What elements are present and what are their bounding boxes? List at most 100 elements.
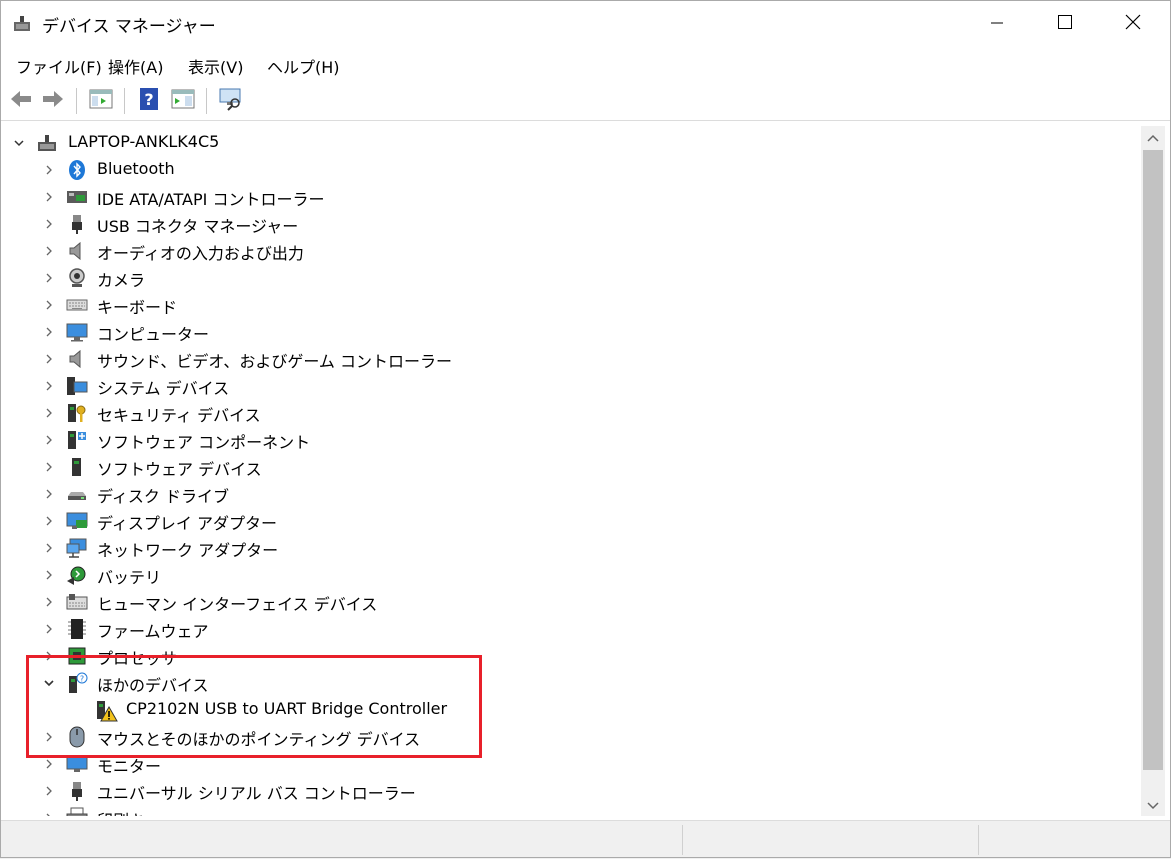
close-icon: [1125, 14, 1141, 34]
tree-item-label: IDE ATA/ATAPI コントローラー: [97, 190, 325, 209]
chevron-right-icon[interactable]: [42, 513, 56, 527]
chevron-right-icon[interactable]: [42, 162, 56, 176]
scan-hardware-button[interactable]: [218, 88, 244, 114]
printer-icon: [66, 807, 88, 816]
status-bar: [0, 820, 1171, 859]
chevron-right-icon[interactable]: [42, 378, 56, 392]
minimize-button[interactable]: [963, 0, 1031, 48]
battery-icon: [66, 564, 88, 586]
toolbar-separator: [124, 88, 125, 114]
chevron-right-icon[interactable]: [42, 810, 56, 816]
tree-item-batteries[interactable]: バッテリ: [6, 561, 1136, 588]
status-divider: [978, 825, 979, 855]
speaker-icon: [66, 240, 88, 262]
chevron-right-icon[interactable]: [42, 405, 56, 419]
vertical-scrollbar[interactable]: [1141, 126, 1165, 816]
chevron-right-icon[interactable]: [42, 324, 56, 338]
tree-item-software-devices[interactable]: ソフトウェア デバイス: [6, 453, 1136, 480]
chevron-right-icon[interactable]: [42, 594, 56, 608]
scan-hardware-icon: [219, 87, 243, 115]
tree-item-network-adapters[interactable]: ネットワーク アダプター: [6, 534, 1136, 561]
chevron-right-icon[interactable]: [42, 621, 56, 635]
tree-item-label: バッテリ: [97, 568, 162, 587]
title-bar: デバイス マネージャー: [0, 0, 1171, 48]
tree-item-label: サウンド、ビデオ、およびゲーム コントローラー: [97, 352, 453, 371]
chevron-right-icon[interactable]: [42, 459, 56, 473]
tree-item-camera[interactable]: カメラ: [6, 264, 1136, 291]
tree-item-ide[interactable]: IDE ATA/ATAPI コントローラー: [6, 183, 1136, 210]
tree-item-display-adapters[interactable]: ディスプレイ アダプター: [6, 507, 1136, 534]
toolbar-separator: [76, 88, 77, 114]
tree-item-system-devices[interactable]: システム デバイス: [6, 372, 1136, 399]
chevron-down-icon[interactable]: [12, 135, 26, 149]
monitor-icon: [66, 321, 88, 343]
tree-item-label: カメラ: [97, 271, 146, 290]
menu-view[interactable]: 表示(V): [188, 54, 243, 78]
tree-item-label: ヒューマン インターフェイス デバイス: [97, 595, 378, 614]
display-adapter-icon: [66, 510, 88, 532]
tree-item-label: システム デバイス: [97, 379, 230, 398]
chevron-right-icon[interactable]: [42, 756, 56, 770]
menu-help[interactable]: ヘルプ(H): [267, 54, 340, 78]
properties-button[interactable]: [170, 88, 196, 114]
chevron-right-icon[interactable]: [42, 567, 56, 581]
device-manager-icon[interactable]: [12, 14, 32, 34]
toolbar-separator: [206, 88, 207, 114]
tree-item-disk-drives[interactable]: ディスク ドライブ: [6, 480, 1136, 507]
forward-button[interactable]: [40, 88, 66, 114]
tree-item-keyboard[interactable]: キーボード: [6, 291, 1136, 318]
tree-item-human-interface-devices[interactable]: ヒューマン インターフェイス デバイス: [6, 588, 1136, 615]
chevron-right-icon[interactable]: [42, 243, 56, 257]
chevron-right-icon[interactable]: [42, 216, 56, 230]
chevron-right-icon[interactable]: [42, 189, 56, 203]
chevron-right-icon[interactable]: [42, 486, 56, 500]
tree-item-print-queues[interactable]: 印刷キュー: [6, 804, 1136, 816]
console-tree-button[interactable]: [88, 88, 114, 114]
scroll-up-button[interactable]: [1141, 126, 1165, 148]
window-title: デバイス マネージャー: [42, 17, 216, 37]
back-button[interactable]: [8, 88, 34, 114]
tree-item-computer[interactable]: コンピューター: [6, 318, 1136, 345]
tree-root[interactable]: LAPTOP-ANKLK4C5: [6, 129, 1136, 156]
scrollbar-thumb[interactable]: [1143, 150, 1163, 770]
tree-item-label: ソフトウェア コンポーネント: [97, 433, 311, 452]
svg-text:?: ?: [144, 90, 153, 109]
chevron-right-icon[interactable]: [42, 270, 56, 284]
chevron-right-icon[interactable]: [42, 783, 56, 797]
tree-item-audio-io[interactable]: オーディオの入力および出力: [6, 237, 1136, 264]
chevron-right-icon[interactable]: [42, 540, 56, 554]
chevron-right-icon[interactable]: [42, 351, 56, 365]
disk-drive-icon: [66, 483, 88, 505]
forward-arrow-icon: [41, 89, 65, 113]
tree-item-software-components[interactable]: ソフトウェア コンポーネント: [6, 426, 1136, 453]
network-adapter-icon: [66, 537, 88, 559]
close-button[interactable]: [1099, 0, 1167, 48]
tree-item-label: ソフトウェア デバイス: [97, 460, 262, 479]
tree-item-usb-connector-manager[interactable]: USB コネクタ マネージャー: [6, 210, 1136, 237]
properties-icon: [171, 88, 195, 114]
chevron-right-icon[interactable]: [42, 297, 56, 311]
tree-item-security-devices[interactable]: セキュリティ デバイス: [6, 399, 1136, 426]
tree-item-sound-video-game[interactable]: サウンド、ビデオ、およびゲーム コントローラー: [6, 345, 1136, 372]
tree-item-usb-controllers[interactable]: ユニバーサル シリアル バス コントローラー: [6, 777, 1136, 804]
usb-connector-icon: [66, 213, 88, 235]
tree-item-label: ディスプレイ アダプター: [97, 514, 277, 533]
system-device-icon: [66, 375, 88, 397]
back-arrow-icon: [9, 89, 33, 113]
maximize-button[interactable]: [1031, 0, 1099, 48]
help-button[interactable]: ?: [136, 88, 162, 114]
tree-item-bluetooth[interactable]: Bluetooth: [6, 156, 1136, 183]
firmware-chip-icon: [66, 618, 88, 640]
chevron-up-icon: [1147, 128, 1159, 147]
root-label: LAPTOP-ANKLK4C5: [68, 132, 220, 151]
hid-icon: [66, 591, 88, 613]
software-device-icon: [66, 456, 88, 478]
tree-item-label: USB コネクタ マネージャー: [97, 217, 299, 236]
tree-item-label: ファームウェア: [97, 622, 209, 641]
menu-action[interactable]: 操作(A): [108, 54, 163, 78]
menu-file[interactable]: ファイル(F): [16, 54, 102, 78]
scroll-down-button[interactable]: [1141, 794, 1165, 816]
tree-item-firmware[interactable]: ファームウェア: [6, 615, 1136, 642]
chevron-right-icon[interactable]: [42, 432, 56, 446]
speaker-icon: [66, 348, 88, 370]
